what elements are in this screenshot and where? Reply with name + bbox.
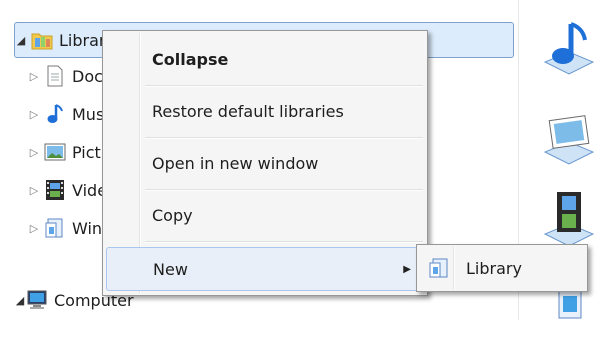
music-large-icon[interactable] <box>541 18 597 78</box>
library-icon <box>428 257 450 283</box>
pictures-library-icon <box>44 141 66 163</box>
collapse-arrow-icon[interactable]: ▷ <box>28 108 40 121</box>
menu-separator <box>145 85 423 87</box>
custom-library-icon <box>44 217 66 239</box>
menu-item-label: Collapse <box>152 49 229 69</box>
context-menu: Collapse Restore default libraries Open … <box>102 30 428 296</box>
computer-icon <box>26 289 48 311</box>
menu-item-label: Copy <box>152 205 193 225</box>
menu-separator <box>145 241 423 243</box>
menu-item-copy[interactable]: Copy <box>106 193 424 237</box>
menu-item-new[interactable]: New ▶ <box>106 247 424 291</box>
documents-library-icon <box>44 65 66 87</box>
new-submenu: Library <box>416 244 588 292</box>
videos-library-icon <box>44 179 66 201</box>
menu-separator <box>145 189 423 191</box>
expand-arrow-icon[interactable]: ◢ <box>14 294 26 307</box>
videos-large-icon[interactable] <box>541 188 597 248</box>
pictures-large-icon[interactable] <box>541 110 597 170</box>
menu-item-label: Library <box>466 258 522 278</box>
submenu-arrow-icon: ▶ <box>403 263 411 275</box>
collapse-arrow-icon[interactable]: ▷ <box>28 222 40 235</box>
menu-item-label: New <box>153 259 188 279</box>
collapse-arrow-icon[interactable]: ▷ <box>28 146 40 159</box>
menu-item-open-in-new-window[interactable]: Open in new window <box>106 141 424 185</box>
expand-arrow-icon[interactable]: ◢ <box>15 34 27 47</box>
menu-item-restore-default-libraries[interactable]: Restore default libraries <box>106 89 424 133</box>
collapse-arrow-icon[interactable]: ▷ <box>28 184 40 197</box>
menu-item-label: Restore default libraries <box>152 101 344 121</box>
menu-separator <box>145 137 423 139</box>
menu-item-collapse[interactable]: Collapse <box>106 37 424 81</box>
custom-library-large-icon[interactable] <box>541 286 597 346</box>
collapse-arrow-icon[interactable]: ▷ <box>28 70 40 83</box>
music-library-icon <box>44 103 66 125</box>
libraries-folder-icon <box>31 29 53 51</box>
menu-item-label: Open in new window <box>152 153 319 173</box>
submenu-item-library[interactable]: Library <box>420 248 584 288</box>
